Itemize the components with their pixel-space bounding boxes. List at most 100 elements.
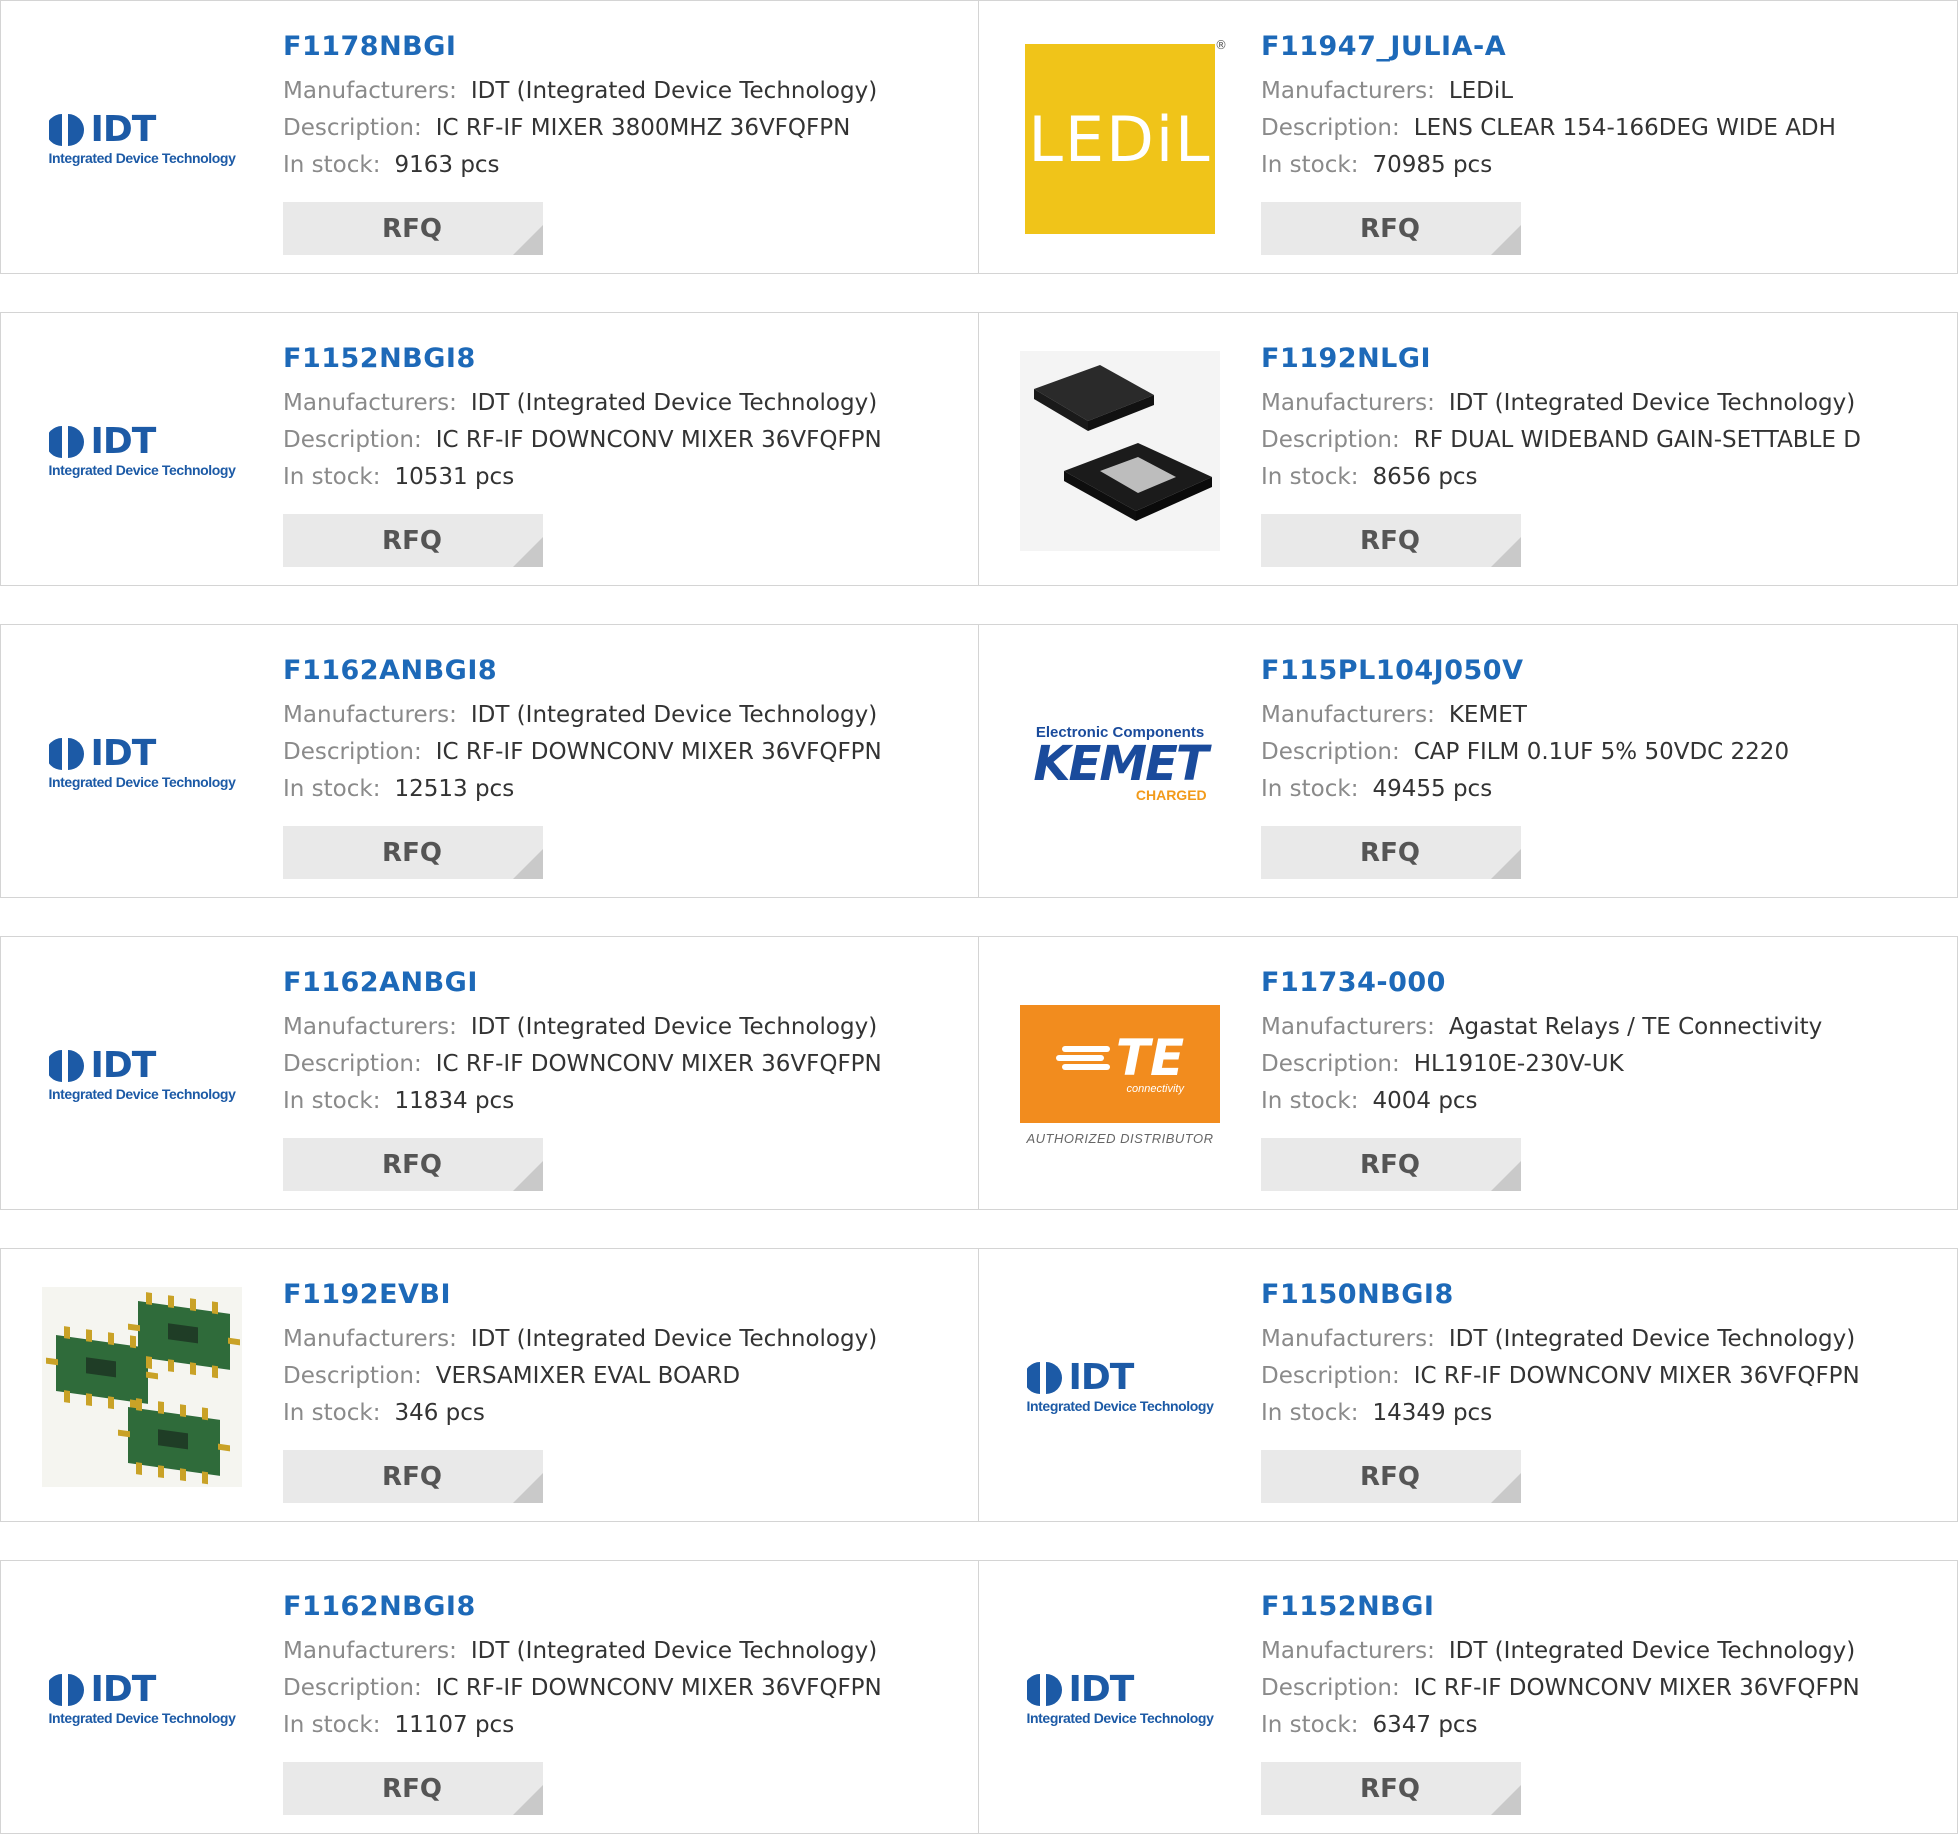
part-number-link[interactable]: F1150NBGI8 <box>1261 1277 1860 1313</box>
description-row: Description: IC RF-IF DOWNCONV MIXER 36VF… <box>283 1670 882 1707</box>
manufacturer-row-value: IDT (Integrated Device Technology) <box>470 1638 878 1664</box>
product-image[interactable] <box>1019 350 1221 552</box>
part-number-link[interactable]: F1152NBGI8 <box>283 341 882 377</box>
idt-logo: IDT Integrated Device Technology <box>48 1048 236 1102</box>
rfq-corner-decoration <box>1491 1785 1521 1815</box>
description-row-label: Description: <box>283 115 422 141</box>
product-image[interactable]: TE connectivity AUTHORIZED DISTRIBUTOR <box>1019 974 1221 1176</box>
stock-row-value: 11834 pcs <box>394 1088 515 1114</box>
part-number-link[interactable]: F1162ANBGI8 <box>283 653 882 689</box>
rfq-button-label: RFQ <box>1360 1773 1420 1804</box>
rfq-button[interactable]: RFQ <box>283 514 543 567</box>
part-number-link[interactable]: F1162ANBGI <box>283 965 882 1001</box>
manufacturer-row-label: Manufacturers: <box>283 78 457 104</box>
idt-logo-top: IDT <box>1026 1669 1135 1710</box>
manufacturer-row-label: Manufacturers: <box>283 390 457 416</box>
ledil-logo: LEDiL ® <box>1025 38 1227 234</box>
rfq-button-label: RFQ <box>382 213 442 244</box>
manufacturer-row: Manufacturers: IDT (Integrated Device Tec… <box>283 1321 877 1358</box>
product-image[interactable] <box>41 1286 243 1488</box>
manufacturer-row-label: Manufacturers: <box>1261 390 1435 416</box>
part-number-link[interactable]: F11734-000 <box>1261 965 1822 1001</box>
product-info: F1178NBGI Manufacturers: IDT (Integrated D… <box>283 29 877 184</box>
product-image[interactable]: LEDiL ® <box>1019 38 1227 240</box>
rfq-button[interactable]: RFQ <box>1261 1762 1521 1815</box>
manufacturer-row-value: IDT (Integrated Device Technology) <box>1448 1326 1856 1352</box>
product-image[interactable]: IDT Integrated Device Technology <box>1019 1598 1221 1800</box>
stock-row-value: 14349 pcs <box>1372 1400 1493 1426</box>
description-row-label: Description: <box>283 739 422 765</box>
idt-globe-icon <box>1026 1362 1062 1394</box>
description-row: Description: IC RF-IF MIXER 3800MHZ 36VFQ… <box>283 110 877 147</box>
rfq-button[interactable]: RFQ <box>283 826 543 879</box>
part-number-link[interactable]: F1192EVBI <box>283 1277 877 1313</box>
rfq-button[interactable]: RFQ <box>283 1450 543 1503</box>
rfq-corner-decoration <box>1491 537 1521 567</box>
stock-row-value: 9163 pcs <box>394 152 500 178</box>
manufacturer-row-value: IDT (Integrated Device Technology) <box>470 702 878 728</box>
product-card: LEDiL ® F11947_JULIA-A Manufacturers: LEDiL D… <box>978 0 1958 274</box>
rfq-corner-decoration <box>513 1785 543 1815</box>
rfq-button[interactable]: RFQ <box>283 202 543 255</box>
rfq-button[interactable]: RFQ <box>1261 202 1521 255</box>
part-number-link[interactable]: F1152NBGI <box>1261 1589 1860 1625</box>
part-number-link[interactable]: F1162NBGI8 <box>283 1589 882 1625</box>
part-number-link[interactable]: F11947_JULIA-A <box>1261 29 1836 65</box>
description-row-label: Description: <box>1261 739 1400 765</box>
idt-logo-tagline: Integrated Device Technology <box>48 150 236 166</box>
part-number-link[interactable]: F115PL104J050V <box>1261 653 1789 689</box>
stock-row-value: 12513 pcs <box>394 776 515 802</box>
product-card: IDT Integrated Device Technology F1162ANBG… <box>0 936 979 1210</box>
part-number-link[interactable]: F1192NLGI <box>1261 341 1861 377</box>
idt-logo-word: IDT <box>90 1669 157 1710</box>
idt-logo-word: IDT <box>1068 1669 1135 1710</box>
description-row-value: IC RF-IF DOWNCONV MIXER 36VFQFPN <box>1413 1363 1860 1389</box>
idt-globe-icon <box>1026 1674 1062 1706</box>
product-image[interactable]: IDT Integrated Device Technology <box>1019 1286 1221 1488</box>
manufacturer-row-label: Manufacturers: <box>1261 1638 1435 1664</box>
description-row: Description: IC RF-IF DOWNCONV MIXER 36VF… <box>283 1046 882 1083</box>
idt-logo-tagline: Integrated Device Technology <box>48 1086 236 1102</box>
description-row-label: Description: <box>283 1363 422 1389</box>
manufacturer-row-label: Manufacturers: <box>1261 78 1435 104</box>
manufacturer-row: Manufacturers: IDT (Integrated Device Tec… <box>1261 385 1861 422</box>
idt-logo-top: IDT <box>48 1048 156 1084</box>
rfq-button[interactable]: RFQ <box>1261 826 1521 879</box>
product-info: F115PL104J050V Manufacturers: KEMET Descrip… <box>1261 653 1789 808</box>
manufacturer-row-label: Manufacturers: <box>1261 702 1435 728</box>
stock-row: In stock: 11107 pcs <box>283 1707 882 1744</box>
manufacturer-row: Manufacturers: IDT (Integrated Device Tec… <box>283 697 882 734</box>
stock-row-value: 70985 pcs <box>1372 152 1493 178</box>
stock-row-value: 10531 pcs <box>394 464 515 490</box>
product-image[interactable]: IDT Integrated Device Technology <box>41 38 243 240</box>
rfq-button[interactable]: RFQ <box>1261 1450 1521 1503</box>
manufacturer-row: Manufacturers: IDT (Integrated Device Tec… <box>283 1633 882 1670</box>
rfq-button[interactable]: RFQ <box>1261 514 1521 567</box>
product-image[interactable]: IDT Integrated Device Technology <box>41 974 243 1176</box>
idt-globe-icon <box>48 1674 84 1706</box>
rfq-button-label: RFQ <box>382 525 442 556</box>
ledil-logo-word: LEDiL <box>1028 102 1212 176</box>
manufacturer-row-value: Agastat Relays / TE Connectivity <box>1448 1014 1823 1040</box>
product-image[interactable]: IDT Integrated Device Technology <box>41 350 243 552</box>
idt-logo: IDT Integrated Device Technology <box>48 112 236 166</box>
product-image[interactable]: Electronic Components KEMET CHARGED <box>1019 662 1221 864</box>
part-number-link[interactable]: F1178NBGI <box>283 29 877 65</box>
product-image[interactable]: IDT Integrated Device Technology <box>41 1598 243 1800</box>
rfq-button[interactable]: RFQ <box>1261 1138 1521 1191</box>
description-row-label: Description: <box>283 427 422 453</box>
product-card: Electronic Components KEMET CHARGED F115PL1… <box>978 624 1958 898</box>
rfq-button[interactable]: RFQ <box>283 1138 543 1191</box>
manufacturer-row: Manufacturers: LEDiL <box>1261 73 1836 110</box>
stock-row: In stock: 6347 pcs <box>1261 1707 1860 1744</box>
product-image[interactable]: IDT Integrated Device Technology <box>41 662 243 864</box>
description-row-label: Description: <box>1261 1675 1400 1701</box>
stock-row: In stock: 11834 pcs <box>283 1083 882 1120</box>
manufacturer-row-label: Manufacturers: <box>283 1326 457 1352</box>
manufacturer-row-label: Manufacturers: <box>283 1014 457 1040</box>
rfq-button[interactable]: RFQ <box>283 1762 543 1815</box>
rfq-button-label: RFQ <box>1360 1461 1420 1492</box>
manufacturer-row-value: IDT (Integrated Device Technology) <box>1448 390 1856 416</box>
eval-board-photo <box>42 1287 242 1487</box>
description-row-value: IC RF-IF DOWNCONV MIXER 36VFQFPN <box>435 739 882 765</box>
